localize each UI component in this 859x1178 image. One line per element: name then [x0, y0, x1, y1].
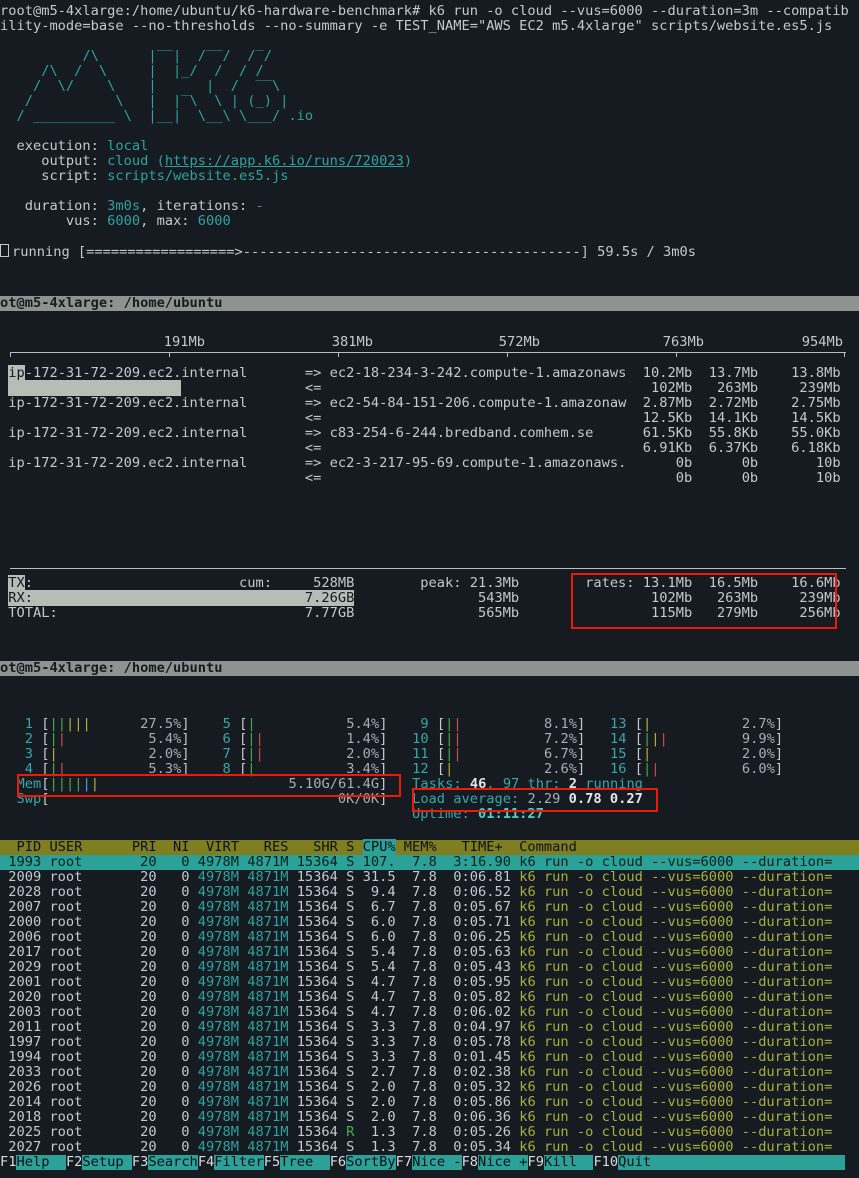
process-row-pid-2001[interactable]: 2001 root 20 0 4978M 4871M 15364 S 4.7 7…	[0, 975, 859, 990]
k6-pane: root@m5-4xlarge:/home/ubuntu/k6-hardware…	[0, 0, 859, 296]
k6-cloud-run-link[interactable]: https://app.k6.io/runs/720023	[165, 153, 404, 169]
fnkey-f2-button[interactable]: F2	[66, 1155, 82, 1170]
fnlabel-tree[interactable]: Tree	[280, 1155, 329, 1170]
iftop-scale-label: 572Mb	[470, 335, 540, 350]
iftop-flow-rx-row[interactable]: <= 6.91Kb 6.37Kb 6.18Kb	[0, 441, 859, 456]
htop-pane: 1 [||||| 27.5%] 5 [| 5.4%] 9 [|| 8.1%] 1…	[0, 676, 859, 1178]
fnlabel-quit[interactable]: Quit	[618, 1155, 651, 1170]
iftop-scale-tick	[169, 352, 170, 357]
process-row-pid-2011[interactable]: 2011 root 20 0 4978M 4871M 15364 S 3.3 7…	[0, 1020, 859, 1035]
fnkey-f9-button[interactable]: F9	[528, 1155, 544, 1170]
fnkey-f1-button[interactable]: F1	[0, 1155, 16, 1170]
process-row-pid-2025[interactable]: 2025 root 20 0 4978M 4871M 15364 R 1.3 7…	[0, 1125, 859, 1140]
k6-script-line: script: scripts/website.es5.js	[0, 169, 859, 184]
iftop-flow-tx-row[interactable]: ip-172-31-72-209.ec2.internal => ec2-18-…	[0, 366, 859, 381]
k6-duration-line: duration: 3m0s, iterations: -	[0, 199, 859, 214]
iftop-total-totals-row: TOTAL: 7.77GB 565Mb 115Mb 279Mb 256Mb	[0, 606, 859, 621]
fnbar-fill	[651, 1155, 845, 1170]
fnkey-f5-button[interactable]: F5	[264, 1155, 280, 1170]
shell-prompt-line-1: root@m5-4xlarge:/home/ubuntu/k6-hardware…	[0, 4, 859, 19]
fnlabel-help[interactable]: Help	[16, 1155, 65, 1170]
cpu-meter-row: 1 [||||| 27.5%] 5 [| 5.4%] 9 [|| 8.1%] 1…	[0, 717, 859, 732]
k6-execution-line: execution: local	[0, 139, 859, 154]
iftop-scale-tick	[507, 352, 508, 357]
process-row-pid-2026[interactable]: 2026 root 20 0 4978M 4871M 15364 S 2.0 7…	[0, 1080, 859, 1095]
process-row-pid-2006[interactable]: 2006 root 20 0 4978M 4871M 15364 S 6.0 7…	[0, 930, 859, 945]
process-row-pid-2020[interactable]: 2020 root 20 0 4978M 4871M 15364 S 4.7 7…	[0, 990, 859, 1005]
process-row-pid-2000[interactable]: 2000 root 20 0 4978M 4871M 15364 S 6.0 7…	[0, 915, 859, 930]
k6-output-line: output: cloud (https://app.k6.io/runs/72…	[0, 154, 859, 169]
process-row-pid-2029[interactable]: 2029 root 20 0 4978M 4871M 15364 S 5.4 7…	[0, 960, 859, 975]
process-row-pid-1994[interactable]: 1994 root 20 0 4978M 4871M 15364 S 3.3 7…	[0, 1050, 859, 1065]
fnkey-f3-button[interactable]: F3	[132, 1155, 148, 1170]
iftop-flow-tx-row[interactable]: ip-172-31-72-209.ec2.internal => ec2-3-2…	[0, 456, 859, 471]
k6-logo-line: / \/ \ | | / ‾‾\	[0, 79, 859, 94]
process-row-pid-2007[interactable]: 2007 root 20 0 4978M 4871M 15364 S 6.7 7…	[0, 900, 859, 915]
iftop-scale-label: 763Mb	[634, 335, 704, 350]
fnkey-f8-button[interactable]: F8	[462, 1155, 478, 1170]
cpu-meter-row: 3 [| 2.0%] 7 [|| 2.0%] 11 [|| 6.7%] 15 […	[0, 747, 859, 762]
k6-vus-line: vus: 6000, max: 6000	[0, 214, 859, 229]
k6-logo-line: / __________ \ |__| \__\ \___/ .io	[0, 109, 859, 124]
htop-function-key-bar: F1Help F2Setup F3SearchF4FilterF5Tree F6…	[0, 1155, 859, 1170]
fnlabel-nice-[interactable]: Nice +	[478, 1155, 527, 1170]
k6-logo-line: /\ |‾‾| /‾‾/ /‾/	[0, 49, 859, 64]
process-table-header[interactable]: PID USER PRI NI VIRT RES SHR S CPU% MEM%…	[0, 840, 859, 855]
shell-prompt-line-2: ility-mode=base --no-thresholds --no-sum…	[0, 19, 859, 34]
fnkey-f6-button[interactable]: F6	[330, 1155, 346, 1170]
iftop-pane: 191Mb 381Mb 572Mb 763Mb 954Mb ip-172-31-72-2…	[0, 311, 859, 661]
process-row-pid-1993[interactable]: 1993 root 20 0 4978M 4871M 15364 S 107. …	[0, 855, 859, 870]
fnlabel-kill[interactable]: Kill	[544, 1155, 593, 1170]
iftop-flow-rx-row[interactable]: <= 12.5Kb 14.1Kb 14.5Kb	[0, 411, 859, 426]
spinner-icon	[0, 244, 9, 257]
process-row-pid-2009[interactable]: 2009 root 20 0 4978M 4871M 15364 S 31.5 …	[0, 870, 859, 885]
iftop-scale-label: 381Mb	[303, 335, 373, 350]
fnlabel-nice-[interactable]: Nice -	[412, 1155, 461, 1170]
cpu-meter-row: 2 [|| 5.4%] 6 [|| 1.4%] 10 [|| 7.2%] 14 …	[0, 732, 859, 747]
iftop-flow-tx-row[interactable]: ip-172-31-72-209.ec2.internal => ec2-54-…	[0, 396, 859, 411]
k6-progress-bar: running [==================>------------…	[0, 244, 859, 259]
fnkey-f4-button[interactable]: F4	[198, 1155, 214, 1170]
k6-logo-line: / \ | |‾\ \ | (_) |	[0, 94, 859, 109]
iftop-scale-label: 191Mb	[135, 335, 205, 350]
iftop-scale-tick	[676, 352, 677, 357]
iftop-flow-rx-row[interactable]: <= 0b 0b 10b	[0, 471, 859, 486]
process-row-pid-2028[interactable]: 2028 root 20 0 4978M 4871M 15364 S 9.4 7…	[0, 885, 859, 900]
iftop-tx-totals-row: TX: cum: 528MB peak: 21.3Mb rates: 13.1M…	[0, 576, 859, 591]
swap-meter-row: Swp[ 0K/0K] Load average: 2.29 0.78 0.27	[0, 792, 859, 807]
iftop-scale-ruler	[10, 352, 846, 353]
fnkey-f7-button[interactable]: F7	[396, 1155, 412, 1170]
iftop-rx-totals-row: RX: 7.26GB 543Mb 102Mb 263Mb 239Mb	[0, 591, 859, 606]
iftop-scale-tick	[10, 352, 11, 357]
process-row-pid-2018[interactable]: 2018 root 20 0 4978M 4871M 15364 S 2.0 7…	[0, 1110, 859, 1125]
uptime-row: Uptime: 01:11:27	[0, 807, 859, 822]
window-titlebar-htop[interactable]: ot@m5-4xlarge: /home/ubuntu	[0, 661, 859, 676]
process-row-pid-2017[interactable]: 2017 root 20 0 4978M 4871M 15364 S 5.4 7…	[0, 945, 859, 960]
fnlabel-setup[interactable]: Setup	[82, 1155, 131, 1170]
terminal-screen: root@m5-4xlarge:/home/ubuntu/k6-hardware…	[0, 0, 859, 1178]
iftop-flow-rx-row[interactable]: <= 102Mb 263Mb 239Mb	[0, 381, 859, 396]
iftop-totals-divider	[10, 568, 846, 569]
process-row-pid-2033[interactable]: 2033 root 20 0 4978M 4871M 15364 S 2.7 7…	[0, 1065, 859, 1080]
fnlabel-search[interactable]: Search	[148, 1155, 197, 1170]
cpu-meter-row: 4 [|| 5.3%] 8 [| 3.4%] 12 [| 2.6%] 16 [|…	[0, 762, 859, 777]
memory-meter-row: Mem[|||||| 5.10G/61.4G] Tasks: 46, 97 th…	[0, 777, 859, 792]
process-row-pid-2014[interactable]: 2014 root 20 0 4978M 4871M 15364 S 2.0 7…	[0, 1095, 859, 1110]
process-row-pid-2027[interactable]: 2027 root 20 0 4978M 4871M 15364 S 1.3 7…	[0, 1140, 859, 1155]
iftop-flow-tx-row[interactable]: ip-172-31-72-209.ec2.internal => c83-254…	[0, 426, 859, 441]
process-row-pid-1997[interactable]: 1997 root 20 0 4978M 4871M 15364 S 3.3 7…	[0, 1035, 859, 1050]
iftop-scale-tick	[338, 352, 339, 357]
fnlabel-filter[interactable]: Filter	[214, 1155, 263, 1170]
process-row-pid-2003[interactable]: 2003 root 20 0 4978M 4871M 15364 S 4.7 7…	[0, 1005, 859, 1020]
fnlabel-sortby[interactable]: SortBy	[346, 1155, 395, 1170]
fnkey-f10-button[interactable]: F10	[593, 1155, 618, 1170]
iftop-scale-tick	[844, 352, 845, 357]
k6-logo-line: /\ / \ | |_/ / / /	[0, 64, 859, 79]
iftop-scale-label: 954Mb	[773, 335, 843, 350]
window-titlebar-iftop[interactable]: ot@m5-4xlarge: /home/ubuntu	[0, 296, 859, 311]
